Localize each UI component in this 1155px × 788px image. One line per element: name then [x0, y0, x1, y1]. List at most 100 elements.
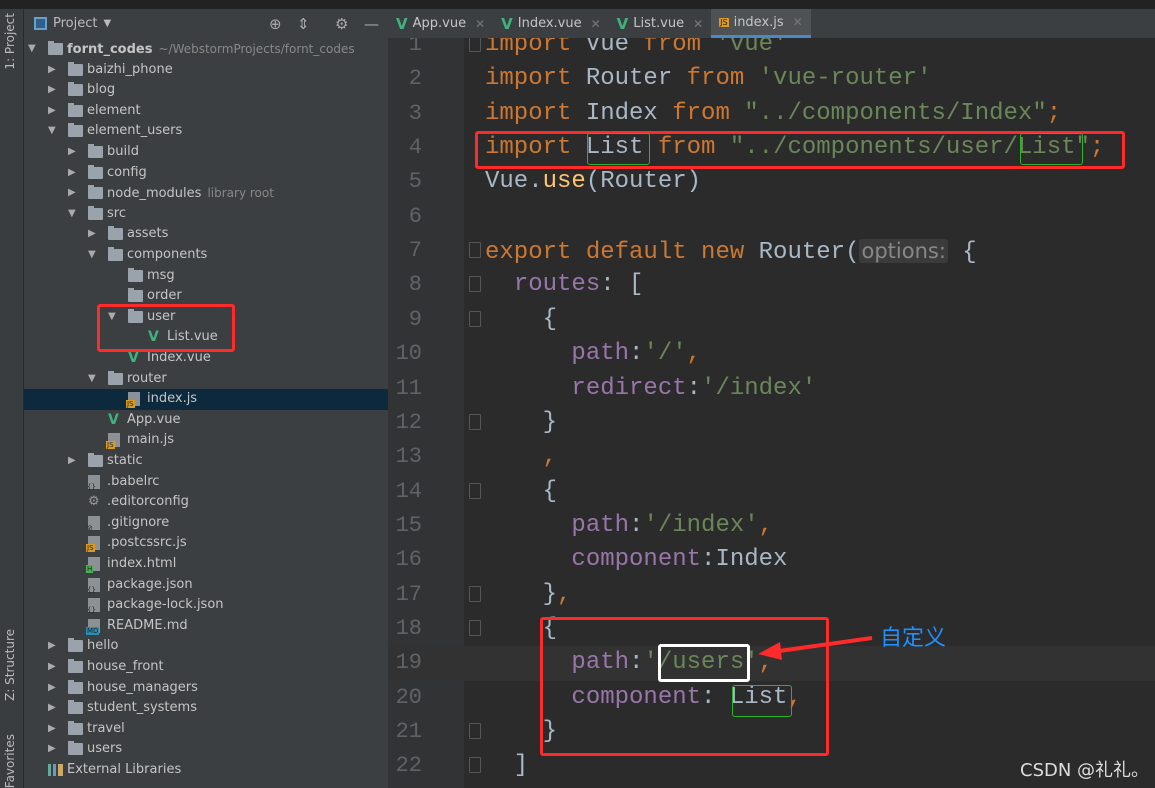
collapsed-arrow-icon[interactable]: ▶ — [68, 142, 76, 163]
tree-item[interactable]: ▶ hello — [24, 636, 388, 657]
project-tool-button[interactable]: 1: Project — [3, 13, 17, 70]
tab-label[interactable]: Index.vue — [518, 16, 582, 31]
collapsed-arrow-icon[interactable]: ▶ — [48, 60, 56, 81]
tree-item[interactable]: ▼ router — [24, 369, 388, 390]
code-line[interactable]: 8 routes: [ — [388, 268, 1155, 302]
expanded-arrow-icon[interactable]: ▼ — [68, 204, 76, 225]
code-line[interactable]: 11 redirect:'/index' — [388, 372, 1155, 406]
expanded-arrow-icon[interactable]: ▼ — [48, 121, 56, 142]
expanded-arrow-icon[interactable]: ▼ — [88, 245, 96, 266]
tree-item[interactable]: {} .babelrc — [24, 472, 388, 493]
project-view-selector[interactable]: Project — [53, 16, 97, 31]
code-line[interactable]: 15 path:'/index', — [388, 509, 1155, 543]
collapsed-arrow-icon[interactable]: ▶ — [48, 739, 56, 760]
tree-item[interactable]: ▶ element — [24, 101, 388, 122]
code-line[interactable]: 6 — [388, 200, 1155, 234]
gear-icon[interactable]: ⚙ — [335, 15, 348, 33]
expanded-arrow-icon[interactable]: ▼ — [28, 39, 36, 60]
code-line[interactable]: 13 , — [388, 440, 1155, 474]
fold-marker-icon[interactable] — [469, 482, 481, 499]
tree-item[interactable]: ▶ house_managers — [24, 678, 388, 699]
collapsed-arrow-icon[interactable]: ▶ — [68, 183, 76, 204]
close-icon[interactable]: ✕ — [793, 15, 803, 29]
tree-item[interactable]: ▶ student_systems — [24, 698, 388, 719]
fold-marker-icon[interactable] — [469, 276, 481, 293]
tree-item[interactable]: ▶ travel — [24, 719, 388, 740]
fold-marker-icon[interactable] — [469, 585, 481, 602]
code-line[interactable]: 12 } — [388, 406, 1155, 440]
structure-tool-button[interactable]: Z: Structure — [3, 629, 17, 701]
tree-item-label: App.vue — [127, 411, 181, 427]
code-line[interactable]: 1 import Vue from 'vue' — [388, 38, 1155, 62]
collapsed-arrow-icon[interactable]: ▶ — [88, 224, 96, 245]
fold-marker-icon[interactable] — [469, 413, 481, 430]
tree-item[interactable]: ▶ blog — [24, 80, 388, 101]
code-line[interactable]: 17 }, — [388, 578, 1155, 612]
collapsed-arrow-icon[interactable]: ▶ — [48, 101, 56, 122]
tree-item[interactable]: JS index.js — [24, 389, 388, 410]
close-icon[interactable]: ✕ — [591, 17, 601, 31]
fold-marker-icon[interactable] — [469, 310, 481, 327]
fold-marker-icon[interactable] — [469, 38, 481, 52]
close-icon[interactable]: ✕ — [693, 17, 703, 31]
tree-item[interactable]: {} package-lock.json — [24, 595, 388, 616]
tree-item[interactable]: MD README.md — [24, 616, 388, 637]
code-line[interactable]: 16 component:Index — [388, 543, 1155, 577]
tree-item[interactable]: ▶ node_modules library root — [24, 183, 388, 204]
expanded-arrow-icon[interactable]: ▼ — [88, 369, 96, 390]
collapsed-arrow-icon[interactable]: ▶ — [48, 719, 56, 740]
collapsed-arrow-icon[interactable]: ▶ — [48, 80, 56, 101]
tree-item[interactable]: ⊘ .gitignore — [24, 513, 388, 534]
tab-list-vue[interactable]: V List.vue ✕ — [609, 9, 711, 38]
tab-index-js[interactable]: JS index.js ✕ — [711, 9, 811, 38]
tree-item[interactable]: ▶ static — [24, 451, 388, 472]
collapsed-arrow-icon[interactable]: ▶ — [48, 657, 56, 678]
tree-item[interactable]: {} package.json — [24, 575, 388, 596]
tree-item[interactable]: ▼ components — [24, 245, 388, 266]
tree-item[interactable]: ▶ users — [24, 739, 388, 760]
tree-item[interactable]: External Libraries — [24, 760, 388, 781]
collapsed-arrow-icon[interactable]: ▶ — [48, 636, 56, 657]
tree-item[interactable]: ▶ build — [24, 142, 388, 163]
fold-marker-icon[interactable] — [469, 242, 481, 259]
code-line[interactable]: 3 import Index from "../components/Index"… — [388, 97, 1155, 131]
tree-item[interactable]: V App.vue — [24, 410, 388, 431]
code-line[interactable]: 7 export default new Router(options: { — [388, 234, 1155, 268]
collapsed-arrow-icon[interactable]: ▶ — [48, 698, 56, 719]
tree-item[interactable]: ▶ baizhi_phone — [24, 60, 388, 81]
tree-item[interactable]: ▶ config — [24, 163, 388, 184]
tab-label[interactable]: List.vue — [633, 16, 684, 31]
collapsed-arrow-icon[interactable]: ▶ — [68, 163, 76, 184]
close-icon[interactable]: ✕ — [475, 17, 485, 31]
tab-label[interactable]: index.js — [734, 15, 784, 30]
tree-item[interactable]: ⚙ .editorconfig — [24, 492, 388, 513]
tab-app-vue[interactable]: V App.vue ✕ — [388, 9, 493, 38]
tree-item[interactable]: ▼ src — [24, 204, 388, 225]
hide-panel-icon[interactable]: — — [364, 15, 379, 33]
collapsed-arrow-icon[interactable]: ▶ — [68, 451, 76, 472]
fold-marker-icon[interactable] — [469, 619, 481, 636]
tab-index-vue[interactable]: V Index.vue ✕ — [493, 9, 609, 38]
code-token: import — [485, 65, 572, 93]
favorites-tool-button[interactable]: Favorites — [3, 734, 17, 788]
code-line[interactable]: 5 Vue.use(Router) — [388, 165, 1155, 199]
tab-label[interactable]: App.vue — [413, 16, 466, 31]
tree-item[interactable]: ▶ house_front — [24, 657, 388, 678]
tree-item[interactable]: msg — [24, 266, 388, 287]
code-line[interactable]: 9 { — [388, 303, 1155, 337]
code-line[interactable]: 14 { — [388, 475, 1155, 509]
chevron-down-icon[interactable]: ▼ — [103, 18, 111, 29]
collapsed-arrow-icon[interactable]: ▶ — [48, 678, 56, 699]
tree-item[interactable]: JS .postcssrc.js — [24, 533, 388, 554]
tree-item[interactable]: JS main.js — [24, 430, 388, 451]
fold-marker-icon[interactable] — [469, 757, 481, 774]
code-line[interactable]: 10 path:'/', — [388, 337, 1155, 371]
fold-marker-icon[interactable] — [469, 723, 481, 739]
tree-item[interactable]: ▼ fornt_codes ~/WebstormProjects/fornt_cod… — [24, 39, 388, 60]
tree-item[interactable]: Hindex.html — [24, 554, 388, 575]
locate-icon[interactable]: ⊕ — [269, 15, 282, 33]
tree-item[interactable]: ▼ element_users — [24, 121, 388, 142]
code-line[interactable]: 2 import Router from 'vue-router' — [388, 62, 1155, 96]
tree-item[interactable]: ▶ assets — [24, 224, 388, 245]
collapse-all-icon[interactable]: ⇕ — [297, 15, 310, 33]
